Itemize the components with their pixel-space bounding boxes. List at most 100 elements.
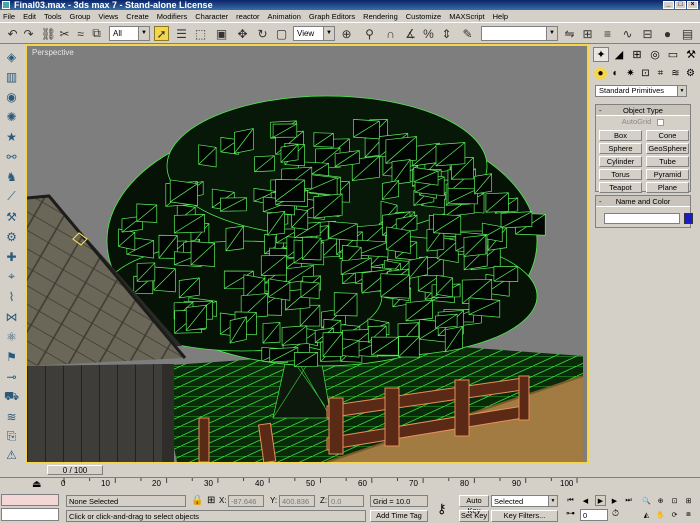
add-time-tag-button[interactable]: Add Time Tag <box>370 510 428 522</box>
bone-tool-icon[interactable]: ⟋ <box>3 188 20 205</box>
mirror-icon[interactable]: ⇋ <box>562 26 577 41</box>
pan-icon[interactable]: ✋ <box>655 509 666 520</box>
align-icon[interactable]: ⊞ <box>580 26 595 41</box>
schematic-view-icon[interactable]: ⊟ <box>640 26 655 41</box>
shapes-icon[interactable]: ◐ <box>609 67 622 80</box>
zoom-extents-icon[interactable]: ⊡ <box>669 495 680 506</box>
spacewarp-tool-icon[interactable]: ⌇ <box>3 288 20 305</box>
reference-coordinate-dropdown[interactable]: View ▼ <box>293 26 335 41</box>
named-selection-sets-dropdown[interactable]: ▼ <box>481 26 558 41</box>
go-to-start-icon[interactable]: ⏮ <box>565 495 576 506</box>
autogrid-checkbox[interactable] <box>657 118 665 126</box>
angle-snap-icon[interactable]: ∡ <box>403 26 418 41</box>
named-selection-icon[interactable]: ✎ <box>460 26 475 41</box>
previous-frame-icon[interactable]: ◀ <box>580 495 591 506</box>
go-to-end-icon[interactable]: ⏭ <box>623 495 634 506</box>
maxscript-listener-field[interactable] <box>1 494 59 506</box>
water-tool-icon[interactable]: ≋ <box>3 408 20 425</box>
geosphere-button[interactable]: GeoSphere <box>646 143 689 154</box>
display-tab-icon[interactable]: ▭ <box>665 47 681 62</box>
select-link-icon[interactable]: ⛓ <box>41 26 56 41</box>
preview-tool-icon[interactable]: ⎘ <box>3 428 20 445</box>
motion-tab-icon[interactable]: ◎ <box>647 47 663 62</box>
mini-curve-editor-icon[interactable]: ⏏ <box>32 479 41 490</box>
spinner-snap-icon[interactable]: ⇕ <box>439 26 454 41</box>
rectangular-selection-icon[interactable]: ⬚ <box>193 26 208 41</box>
menu-reactor[interactable]: reactor <box>236 12 259 21</box>
helper-tool-icon[interactable]: ✚ <box>3 248 20 265</box>
system-tool-icon[interactable]: ⋈ <box>3 308 20 325</box>
menu-help[interactable]: Help <box>493 12 508 21</box>
geometry-icon[interactable]: ● <box>594 67 607 80</box>
create-tab-icon[interactable]: ✦ <box>593 47 609 62</box>
key-mode-toggle-icon[interactable]: ⊶ <box>566 508 575 519</box>
gear-icon[interactable]: ⚙ <box>3 228 20 245</box>
cylinder-button[interactable]: Cylinder <box>599 156 642 167</box>
y-coordinate-field[interactable]: 400.836 <box>279 495 315 507</box>
object-type-header[interactable]: - Object Type <box>596 105 690 116</box>
teapot-button[interactable]: Teapot <box>599 182 642 193</box>
play-icon[interactable]: ▶ <box>595 495 606 506</box>
select-by-name-icon[interactable]: ☰ <box>174 26 189 41</box>
menu-modifiers[interactable]: Modifiers <box>157 12 187 21</box>
hierarchy-tool-icon[interactable]: ◈ <box>3 48 20 65</box>
material-editor-icon[interactable]: ● <box>660 26 675 41</box>
select-and-manipulate-icon[interactable]: ⚲ <box>362 26 377 41</box>
name-and-color-header[interactable]: - Name and Color <box>596 196 690 207</box>
tube-button[interactable]: Tube <box>646 156 689 167</box>
modify-tab-icon[interactable]: ◢ <box>611 47 627 62</box>
zoom-all-icon[interactable]: ⊕ <box>655 495 666 506</box>
absolute-mode-icon[interactable]: ⊞ <box>207 495 215 506</box>
unlink-icon[interactable]: ✂ <box>57 26 72 41</box>
select-and-rotate-icon[interactable]: ↻ <box>255 26 270 41</box>
torus-button[interactable]: Torus <box>599 169 642 180</box>
select-and-scale-icon[interactable]: ▢ <box>274 26 289 41</box>
close-button[interactable]: × <box>687 1 698 9</box>
arc-rotate-icon[interactable]: ⟳ <box>669 509 680 520</box>
menu-create[interactable]: Create <box>126 12 149 21</box>
undo-icon[interactable]: ↶ <box>5 26 20 41</box>
layer-manager-icon[interactable]: ≡ <box>600 26 615 41</box>
rope-tool-icon[interactable]: ⊸ <box>3 368 20 385</box>
object-name-field[interactable] <box>604 213 680 224</box>
plane-button[interactable]: Plane <box>646 182 689 193</box>
toy-car-tool-icon[interactable]: ⛟ <box>3 388 20 405</box>
menu-file[interactable]: File <box>3 12 15 21</box>
primitive-category-dropdown[interactable]: Standard Primitives ▼ <box>595 85 687 97</box>
box-button[interactable]: Box <box>599 130 642 141</box>
select-and-move-icon[interactable]: ✥ <box>235 26 250 41</box>
cone-button[interactable]: Cone <box>646 130 689 141</box>
camera-tool-icon[interactable]: ⌖ <box>3 268 20 285</box>
pivot-center-icon[interactable]: ⊕ <box>339 26 354 41</box>
field-of-view-icon[interactable]: ◭ <box>641 509 652 520</box>
utilities-tab-icon[interactable]: ⚒ <box>683 47 699 62</box>
menu-customize[interactable]: Customize <box>406 12 441 21</box>
maximize-button[interactable]: □ <box>675 1 686 9</box>
analyze-tool-icon[interactable]: ⚠ <box>3 446 20 463</box>
menu-tools[interactable]: Tools <box>44 12 62 21</box>
time-slider-thumb[interactable]: 0 / 100 <box>47 465 103 475</box>
auto-key-button[interactable]: Auto Key <box>459 495 489 515</box>
menu-graph-editors[interactable]: Graph Editors <box>309 12 355 21</box>
systems-icon[interactable]: ⚙ <box>684 67 697 80</box>
minimize-button[interactable]: _ <box>663 1 674 9</box>
menu-rendering[interactable]: Rendering <box>363 12 398 21</box>
maximize-viewport-icon[interactable]: ⧈ <box>683 509 694 520</box>
viewport-label[interactable]: Perspective <box>32 48 74 57</box>
key-mode-dropdown[interactable]: Selected ▼ <box>491 495 558 507</box>
x-coordinate-field[interactable]: -87.646 <box>228 495 264 507</box>
zoom-extents-all-icon[interactable]: ⊞ <box>683 495 694 506</box>
perspective-viewport[interactable]: Perspective <box>25 44 589 464</box>
pyramid-button[interactable]: Pyramid <box>646 169 689 180</box>
bind-space-warp-icon[interactable]: ≈ <box>73 26 88 41</box>
lock-icon[interactable]: 🔒 <box>191 495 203 506</box>
window-crossing-icon[interactable]: ▣ <box>214 26 229 41</box>
time-configuration-icon[interactable]: ⏱ <box>612 508 619 519</box>
menu-views[interactable]: Views <box>98 12 118 21</box>
lights-icon[interactable]: ✷ <box>624 67 637 80</box>
sphere-button[interactable]: Sphere <box>599 143 642 154</box>
select-filter-icon[interactable]: ⧉ <box>89 26 104 41</box>
render-scene-icon[interactable]: ▤ <box>680 26 695 41</box>
track-bar[interactable]: ⏏ 0 10 20 30 40 50 60 70 80 90 100 <box>0 477 700 492</box>
zoom-icon[interactable]: 🔍 <box>641 495 652 506</box>
